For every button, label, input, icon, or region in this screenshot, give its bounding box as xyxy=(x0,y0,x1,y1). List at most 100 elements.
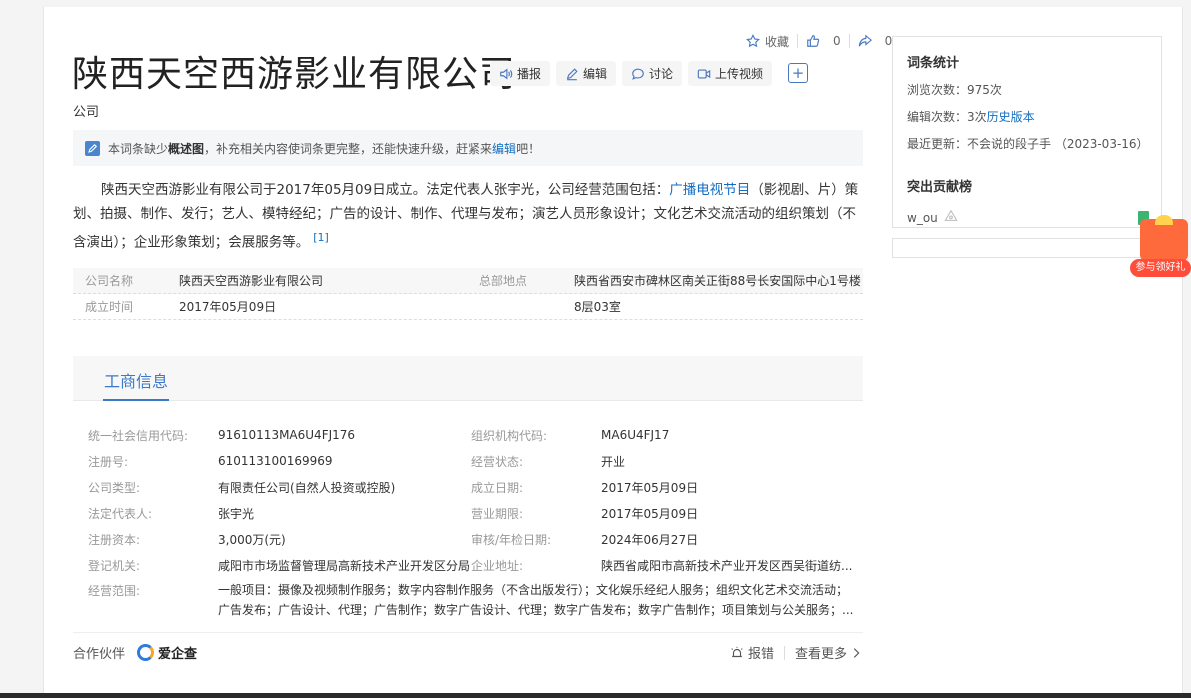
favorite-label: 收藏 xyxy=(765,34,790,49)
legal-rep-label: 法定代表人: xyxy=(88,506,153,521)
org-code-label: 组织机构代码: xyxy=(471,428,548,443)
contributor-name[interactable]: w_ou xyxy=(907,211,938,225)
gift-label: 参与领好礼 xyxy=(1130,259,1191,277)
discuss-label: 讨论 xyxy=(649,67,674,81)
pencil-icon xyxy=(565,67,579,81)
notice-bold: 概述图 xyxy=(168,141,205,156)
upload-video-label: 上传视频 xyxy=(715,67,764,81)
founded-value: 2017年05月09日 xyxy=(179,300,277,314)
side-panel-secondary xyxy=(892,238,1162,258)
entry-stats-panel: 词条统计 浏览次数：975次 编辑次数：3次历史版本 最近更新：不会说的段子手 … xyxy=(892,36,1162,228)
partner-actions: 报错 查看更多 xyxy=(730,643,863,662)
gift-promo-widget[interactable]: 参与领好礼 xyxy=(1130,215,1191,277)
address-value: 陕西省咸阳市高新技术产业开发区西吴街道纺... xyxy=(601,558,853,573)
credit-code-value: 91610113MA6U4FJ176 xyxy=(218,428,356,442)
discuss-button[interactable]: 讨论 xyxy=(622,61,683,86)
like-button[interactable]: 0 xyxy=(798,34,849,48)
status-value: 开业 xyxy=(601,454,626,469)
edit-button[interactable]: 编辑 xyxy=(556,61,617,86)
hq-value-line1: 陕西省西安市碑林区南关正街88号长安国际中心1号楼 xyxy=(574,274,861,288)
level-triangle-icon xyxy=(944,209,958,226)
partner-label: 合作伙伴 xyxy=(73,647,126,662)
notice-post: 吧！ xyxy=(516,141,541,156)
biz-row: 公司类型: 有限责任公司(自然人投资或控股) 成立日期: 2017年05月09日 xyxy=(88,474,858,500)
summary-text-1: 陕西天空西游影业有限公司于2017年05月09日成立。法定代表人张宇光，公司经营… xyxy=(101,182,670,198)
basic-info-row: 公司名称 陕西天空西游影业有限公司 总部地点 陕西省西安市碑林区南关正街88号长… xyxy=(73,268,863,294)
edit-note-icon xyxy=(85,140,100,156)
top-toolbar: 收藏 0 0 xyxy=(738,30,900,52)
basic-info-row: 成立时间 2017年05月09日 8层03室 xyxy=(73,294,863,320)
edit-count-text: 编辑次数：3次 xyxy=(907,110,987,124)
audit-date-value: 2024年06月27日 xyxy=(601,532,699,547)
share-icon xyxy=(858,34,872,48)
contributor-row: w_ou xyxy=(907,209,1161,226)
biz-row: 统一社会信用代码: 91610113MA6U4FJ176 组织机构代码: MA6… xyxy=(88,422,858,448)
partner-bar: 合作伙伴 爱企查 报错 查看更多 xyxy=(73,632,863,672)
scope-line-1: 一般项目：摄像及视频制作服务；数字内容制作服务（不含出版发行）；文化娱乐经纪人服… xyxy=(218,583,849,597)
summary-link-broadcast-tv[interactable]: 广播电视节目 xyxy=(669,182,750,198)
speaker-icon xyxy=(499,67,513,81)
audit-date-label: 审核/年检日期: xyxy=(471,532,552,547)
est-date-value: 2017年05月09日 xyxy=(601,480,699,495)
view-more-label: 查看更多 xyxy=(794,647,847,662)
add-button[interactable]: + xyxy=(788,63,809,83)
capital-label: 注册资本: xyxy=(88,532,141,547)
star-icon xyxy=(746,34,760,48)
notice-pre: 本词条缺少 xyxy=(108,141,169,156)
edit-count: 编辑次数：3次历史版本 xyxy=(907,108,1161,125)
aiqicha-logo-text: 爱企查 xyxy=(158,647,198,662)
reference-link[interactable]: [1] xyxy=(313,231,329,244)
company-type-value: 有限责任公司(自然人投资或控股) xyxy=(218,480,396,495)
alert-bell-icon xyxy=(730,646,744,660)
company-type-label: 公司类型: xyxy=(88,480,141,495)
org-code-value: MA6U4FJ17 xyxy=(601,428,670,442)
upload-video-button[interactable]: 上传视频 xyxy=(688,61,773,86)
divider xyxy=(783,645,785,660)
broadcast-button[interactable]: 播报 xyxy=(490,61,551,86)
scope-line-2: 广告发布；广告设计、代理；广告制作；数字广告设计、代理；数字广告发布；数字广告制… xyxy=(218,603,854,617)
action-bar: 播报 编辑 讨论 上传视频 + xyxy=(490,61,809,86)
reg-no-value: 610113100169969 xyxy=(218,454,333,468)
hq-value-line2: 8层03室 xyxy=(574,300,621,314)
scope-value: 一般项目：摄像及视频制作服务；数字内容制作服务（不含出版发行）；文化娱乐经纪人服… xyxy=(218,580,858,620)
gift-bow-icon xyxy=(1155,215,1173,225)
capital-value: 3,000万(元) xyxy=(218,532,286,547)
contrib-title: 突出贡献榜 xyxy=(907,180,973,195)
status-label: 经营状态: xyxy=(471,454,524,469)
thumbs-up-icon xyxy=(806,34,820,48)
biz-row: 注册资本: 3,000万(元) 审核/年检日期: 2024年06月27日 xyxy=(88,526,858,552)
last-updated: 最近更新：不会说的段子手 （2023-03-16） xyxy=(907,137,1149,151)
credit-code-label: 统一社会信用代码: xyxy=(88,428,189,443)
biz-row: 登记机关: 咸阳市市场监督管理局高新技术产业开发区分局 企业地址: 陕西省咸阳市… xyxy=(88,552,858,578)
basic-info-table: 公司名称 陕西天空西游影业有限公司 总部地点 陕西省西安市碑林区南关正街88号长… xyxy=(73,268,863,320)
reg-no-label: 注册号: xyxy=(88,454,129,469)
tab-business-info[interactable]: 工商信息 xyxy=(104,368,168,392)
view-more-button[interactable]: 查看更多 xyxy=(795,643,863,662)
history-version-link[interactable]: 历史版本 xyxy=(987,110,1035,124)
view-count: 浏览次数：975次 xyxy=(907,83,1002,97)
company-name-value: 陕西天空西游影业有限公司 xyxy=(179,274,324,288)
biz-row: 注册号: 610113100169969 经营状态: 开业 xyxy=(88,448,858,474)
est-date-label: 成立日期: xyxy=(471,480,524,495)
report-error-button[interactable]: 报错 xyxy=(730,643,774,662)
notice-mid: ，补充相关内容使词条更完整，还能快速升级，赶紧来 xyxy=(204,141,493,156)
aiqicha-logo-icon xyxy=(137,644,155,661)
missing-image-notice: 本词条缺少 概述图 ，补充相关内容使词条更完整，还能快速升级，赶紧来 编辑 吧！ xyxy=(73,130,863,166)
video-camera-icon xyxy=(697,67,711,81)
tab-underline xyxy=(103,399,169,401)
authority-label: 登记机关: xyxy=(88,558,141,573)
legal-rep-value: 张宇光 xyxy=(218,506,255,521)
favorite-button[interactable]: 收藏 xyxy=(738,33,797,50)
notice-edit-link[interactable]: 编辑 xyxy=(492,140,516,157)
biz-row: 法定代表人: 张宇光 营业期限: 2017年05月09日 xyxy=(88,500,858,526)
like-count: 0 xyxy=(833,34,841,48)
aiqicha-logo[interactable]: 爱企查 xyxy=(137,643,197,662)
business-info-header: 工商信息 xyxy=(73,356,863,401)
chat-bubble-icon xyxy=(631,67,645,81)
page-subtitle: 公司 xyxy=(73,105,100,120)
biz-scope-row: 经营范围: 一般项目：摄像及视频制作服务；数字内容制作服务（不含出版发行）；文化… xyxy=(88,580,858,620)
page-title: 陕西天空西游影业有限公司 xyxy=(72,54,517,95)
business-info-table: 统一社会信用代码: 91610113MA6U4FJ176 组织机构代码: MA6… xyxy=(88,422,858,620)
gift-box-icon xyxy=(1140,219,1188,261)
company-name-label: 公司名称 xyxy=(85,274,134,288)
